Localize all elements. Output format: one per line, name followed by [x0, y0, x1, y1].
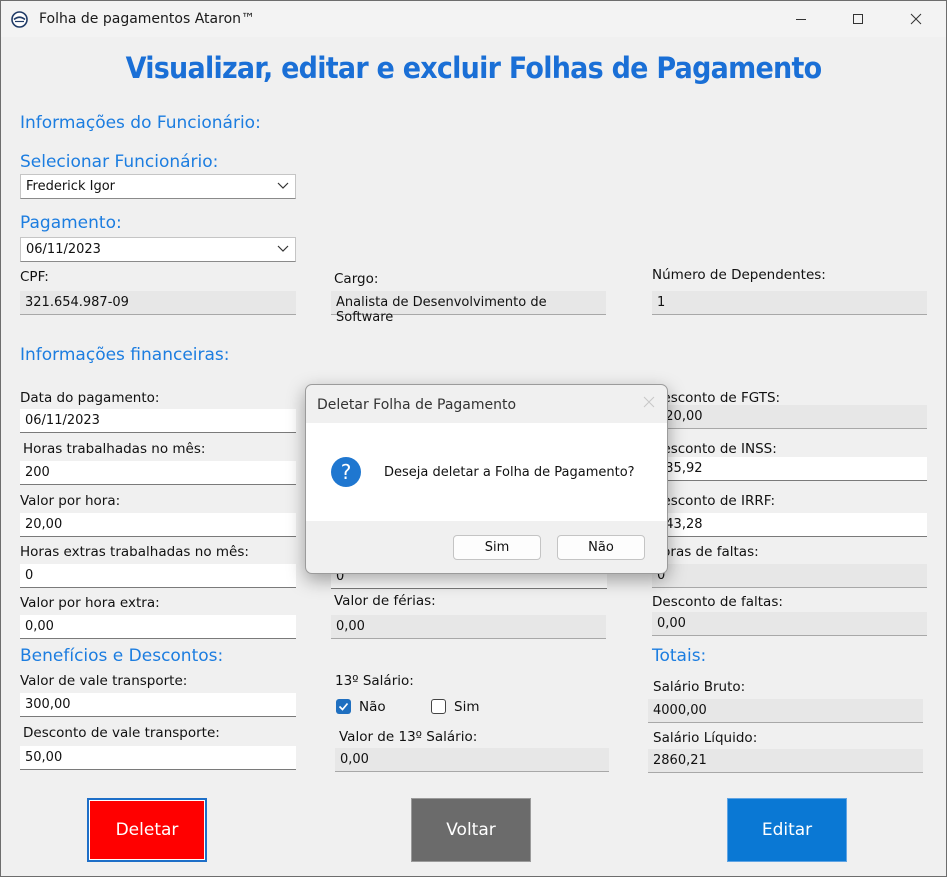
- horas-extras-label: Horas extras trabalhadas no mês:: [20, 544, 249, 560]
- dialog-yes-button[interactable]: Sim: [453, 535, 541, 560]
- horas-label: Horas trabalhadas no mês:: [23, 441, 206, 457]
- maximize-button[interactable]: [835, 1, 881, 37]
- data-pagamento-field[interactable]: 06/11/2023: [20, 409, 296, 433]
- fgts-field[interactable]: 320,00: [652, 405, 927, 429]
- select-employee-label: Selecionar Funcionário:: [20, 152, 219, 172]
- dialog-body: ? Deseja deletar a Folha de Pagamento?: [306, 423, 667, 521]
- decimo-nao-label[interactable]: Não: [359, 699, 386, 715]
- confirm-dialog: Deletar Folha de Pagamento ? Deseja dele…: [305, 384, 668, 574]
- valor-hora-label: Valor por hora:: [20, 493, 121, 509]
- inss-field[interactable]: 335,92: [652, 457, 927, 481]
- dependentes-label: Número de Dependentes:: [652, 267, 826, 283]
- minimize-button[interactable]: [778, 1, 824, 37]
- app-icon: [11, 11, 28, 28]
- window-title: Folha de pagamentos Ataron™: [39, 11, 256, 27]
- liquido-field[interactable]: 2860,21: [648, 749, 923, 773]
- voltar-button[interactable]: Voltar: [411, 798, 531, 862]
- close-icon[interactable]: [643, 396, 655, 408]
- horas-field[interactable]: 200: [20, 461, 296, 485]
- cpf-field[interactable]: 321.654.987-09: [20, 291, 296, 315]
- data-pagamento-label: Data do pagamento:: [20, 390, 160, 406]
- benefits-section-title: Benefícios e Descontos:: [20, 646, 224, 666]
- valor-hora-extra-field[interactable]: 0,00: [20, 615, 296, 639]
- desconto-faltas-label: Desconto de faltas:: [652, 594, 783, 610]
- payment-select[interactable]: 06/11/2023: [20, 237, 296, 262]
- dependentes-field[interactable]: 1: [652, 291, 927, 315]
- decimo-sim-checkbox[interactable]: [431, 699, 446, 714]
- vt-label: Valor de vale transporte:: [20, 673, 188, 689]
- editar-button[interactable]: Editar: [727, 798, 847, 862]
- financial-section-title: Informações financeiras:: [20, 345, 230, 365]
- valor-ferias-label: Valor de férias:: [334, 593, 436, 609]
- fgts-label: Desconto de FGTS:: [652, 390, 781, 406]
- totals-section-title: Totais:: [652, 646, 707, 666]
- deletar-button[interactable]: Deletar: [87, 798, 207, 862]
- bruto-label: Salário Bruto:: [653, 679, 746, 695]
- valor-decimo-field[interactable]: 0,00: [335, 748, 609, 772]
- employee-select[interactable]: Frederick Igor: [20, 174, 296, 199]
- desconto-vt-label: Desconto de vale transporte:: [23, 725, 220, 741]
- employee-select-value: Frederick Igor: [26, 179, 115, 194]
- title-bar[interactable]: Folha de pagamentos Ataron™: [1, 1, 946, 37]
- payment-label: Pagamento:: [20, 213, 122, 233]
- main-window: Folha de pagamentos Ataron™ Visualizar, …: [0, 0, 947, 877]
- cpf-label: CPF:: [20, 269, 49, 285]
- faltas-field[interactable]: 0: [652, 564, 927, 588]
- desconto-faltas-field[interactable]: 0,00: [652, 612, 927, 636]
- maximize-icon: [853, 14, 863, 24]
- page-title: Visualizar, editar e excluir Folhas de P…: [125, 51, 823, 85]
- irrf-field[interactable]: 343,28: [652, 513, 927, 537]
- valor-hora-field[interactable]: 20,00: [20, 513, 296, 537]
- question-icon: ?: [331, 457, 361, 487]
- cargo-label: Cargo:: [334, 271, 379, 287]
- decimo-label: 13º Salário:: [335, 673, 414, 689]
- chevron-down-icon: [277, 245, 289, 252]
- bruto-field[interactable]: 4000,00: [648, 699, 923, 723]
- dialog-no-button[interactable]: Não: [557, 535, 645, 560]
- dialog-title: Deletar Folha de Pagamento: [317, 397, 517, 413]
- decimo-nao-checkbox[interactable]: [336, 699, 351, 714]
- dialog-message: Deseja deletar a Folha de Pagamento?: [384, 465, 635, 480]
- cargo-field[interactable]: Analista de Desenvolvimento de Software: [331, 291, 606, 325]
- decimo-sim-label[interactable]: Sim: [454, 699, 479, 715]
- payment-select-value: 06/11/2023: [26, 242, 101, 257]
- vt-field[interactable]: 300,00: [20, 693, 296, 717]
- close-icon: [910, 13, 922, 25]
- valor-hora-extra-label: Valor por hora extra:: [20, 595, 160, 611]
- employee-section-title: Informações do Funcionário:: [20, 113, 261, 133]
- valor-ferias-field[interactable]: 0,00: [331, 615, 606, 639]
- desconto-vt-field[interactable]: 50,00: [20, 746, 296, 770]
- inss-label: Desconto de INSS:: [652, 441, 777, 457]
- checkmark-icon: [338, 702, 349, 711]
- minimize-icon: [796, 19, 806, 20]
- irrf-label: Desconto de IRRF:: [652, 493, 775, 509]
- chevron-down-icon: [277, 182, 289, 189]
- horas-extras-field[interactable]: 0: [20, 564, 296, 588]
- valor-decimo-label: Valor de 13º Salário:: [339, 729, 478, 745]
- liquido-label: Salário Líquido:: [653, 730, 758, 746]
- close-button[interactable]: [893, 1, 939, 37]
